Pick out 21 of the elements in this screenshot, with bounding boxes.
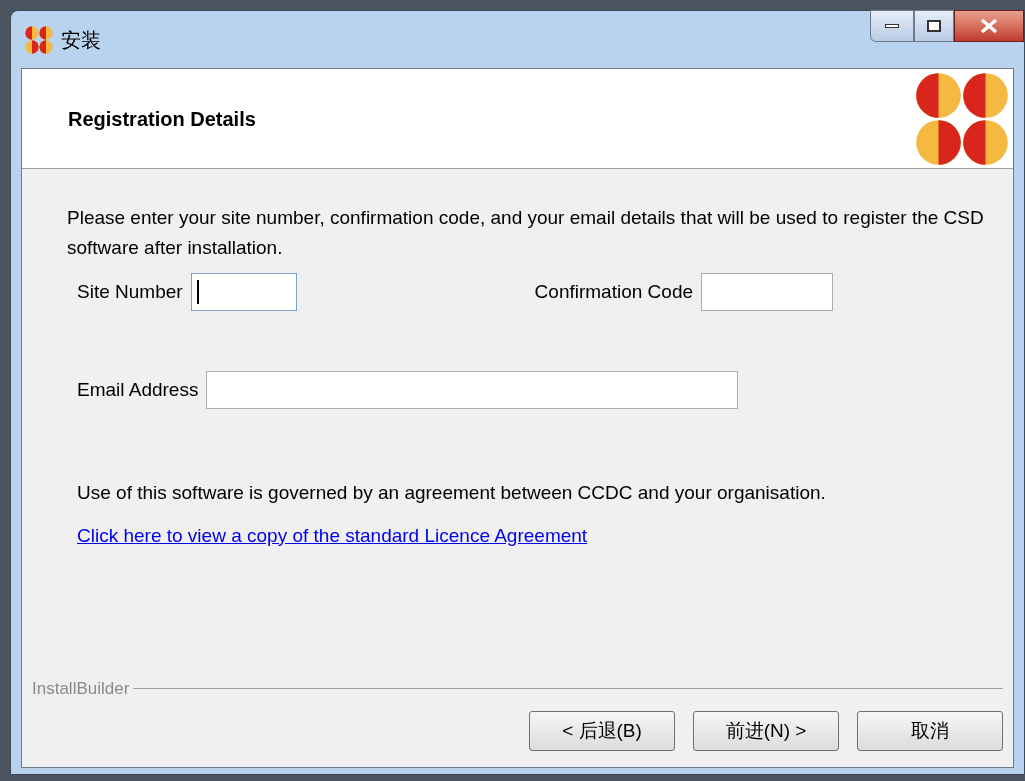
- field-label: Email Address: [77, 377, 199, 402]
- logo-icon: [915, 71, 1009, 166]
- wizard-button[interactable]: 前进(N) >: [693, 711, 839, 751]
- wizard-button[interactable]: < 后退(B): [529, 711, 675, 751]
- intro-text: Please enter your site number, confirmation code, and your email details that will be used to register the CSD software after installation.: [67, 206, 985, 260]
- minimize-button[interactable]: [870, 10, 914, 42]
- wizard-button[interactable]: 取消: [857, 711, 1003, 751]
- page-title: Registration Details: [68, 106, 256, 132]
- notice-text: Use of this software is governed by an agreement between CCDC and your organisation.: [76, 481, 827, 505]
- window-title: 安装: [61, 27, 101, 53]
- close-button[interactable]: [954, 10, 1024, 42]
- field-label: Confirmation Code: [534, 279, 694, 304]
- licence-link[interactable]: Click here to view a copy of the standard Licence Agreement: [77, 521, 588, 550]
- input-field[interactable]: [701, 273, 834, 311]
- input-field[interactable]: [190, 273, 297, 311]
- maximize-button[interactable]: [914, 10, 954, 42]
- app-icon: [25, 25, 53, 54]
- brand-label: InstallBuilder: [32, 677, 131, 700]
- input-field[interactable]: [206, 371, 739, 409]
- close-icon: [980, 18, 998, 34]
- field-label: Site Number: [77, 279, 183, 304]
